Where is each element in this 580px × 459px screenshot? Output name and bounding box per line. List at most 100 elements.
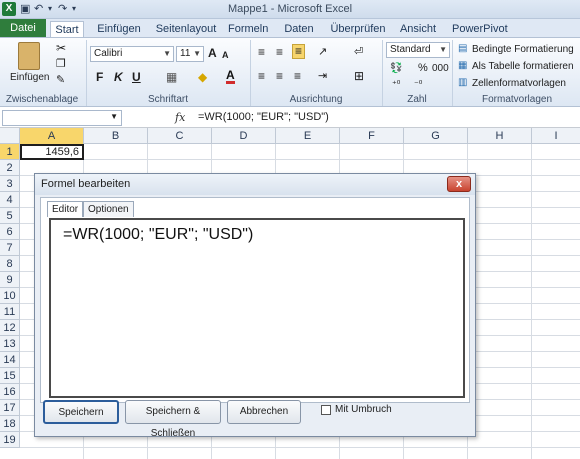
thousands-button[interactable]: 000 xyxy=(432,62,449,75)
bold-button[interactable]: F xyxy=(96,71,103,84)
paste-icon[interactable] xyxy=(18,42,40,70)
column-header[interactable]: G xyxy=(404,128,468,144)
group-label-font: Schriftart xyxy=(147,94,188,105)
tab-ansicht[interactable]: Ansicht xyxy=(398,21,438,38)
wrap-checkbox[interactable] xyxy=(321,405,331,415)
row-header[interactable]: 3 xyxy=(0,176,20,192)
tab-datei[interactable]: Datei xyxy=(0,19,46,38)
column-header[interactable]: D xyxy=(212,128,276,144)
row-header[interactable]: 15 xyxy=(0,368,20,384)
cancel-button[interactable]: Abbrechen xyxy=(227,400,301,424)
dialog-title-bar[interactable]: Formel bearbeiten x xyxy=(35,174,475,195)
column-header[interactable]: C xyxy=(148,128,212,144)
insert-function-icon[interactable]: fx xyxy=(175,111,185,124)
decrease-decimal-icon[interactable]: ⁻⁰ xyxy=(414,78,422,91)
tab-einfuegen[interactable]: Einfügen xyxy=(96,21,142,38)
column-header[interactable]: E xyxy=(276,128,340,144)
align-bottom-icon[interactable]: ≡ xyxy=(292,44,306,59)
row-header[interactable]: 8 xyxy=(0,256,20,272)
tab-powerpivot[interactable]: PowerPivot xyxy=(452,21,508,38)
save-and-close-button[interactable]: Speichern & Schließen xyxy=(125,400,221,439)
group-label-number: Zahl xyxy=(407,94,427,105)
format-painter-icon[interactable]: ✎ xyxy=(56,74,65,87)
merge-cells-icon[interactable]: ⊞ xyxy=(354,70,364,83)
close-button[interactable]: x xyxy=(447,176,471,192)
row-header[interactable]: 2 xyxy=(0,160,20,176)
format-as-table-icon[interactable]: ▦ xyxy=(458,59,467,72)
tab-ueberpruefen[interactable]: Überprüfen xyxy=(328,21,388,38)
align-middle-icon[interactable]: ≡ xyxy=(276,46,283,59)
font-color-button[interactable]: A xyxy=(226,69,235,84)
copy-icon[interactable]: ❐ xyxy=(56,58,66,71)
row-header[interactable]: 10 xyxy=(0,288,20,304)
chevron-down-icon[interactable]: ▼ xyxy=(110,112,118,121)
cell-a1[interactable]: 1459,6 xyxy=(20,144,84,160)
group-label-styles: Formatvorlagen xyxy=(481,94,553,105)
row-header[interactable]: 1 xyxy=(0,144,20,160)
underline-button[interactable]: U xyxy=(132,71,141,84)
borders-icon[interactable]: ▦ xyxy=(166,71,177,84)
cell-styles-icon[interactable]: ▥ xyxy=(458,76,467,89)
align-center-icon[interactable]: ≡ xyxy=(276,70,283,83)
row-header[interactable]: 13 xyxy=(0,336,20,352)
column-header[interactable]: F xyxy=(340,128,404,144)
row-header[interactable]: 16 xyxy=(0,384,20,400)
row-header[interactable]: 6 xyxy=(0,224,20,240)
fill-color-icon[interactable]: ◆ xyxy=(198,71,207,84)
cut-icon[interactable]: ✂ xyxy=(56,42,66,55)
align-right-icon[interactable]: ≡ xyxy=(294,70,301,83)
tab-formeln[interactable]: Formeln xyxy=(228,21,268,38)
row-header[interactable]: 14 xyxy=(0,352,20,368)
format-as-table-button[interactable]: Als Tabelle formatieren xyxy=(472,60,574,73)
row-header[interactable]: 7 xyxy=(0,240,20,256)
conditional-format-icon[interactable]: ▤ xyxy=(458,42,467,55)
ribbon-separator xyxy=(452,40,453,106)
number-format-combo[interactable]: Standard ▼ xyxy=(386,42,450,58)
percent-button[interactable]: % xyxy=(418,62,428,75)
row-header[interactable]: 11 xyxy=(0,304,20,320)
row-header[interactable]: 5 xyxy=(0,208,20,224)
tab-optionen[interactable]: Optionen xyxy=(83,201,134,217)
formula-editor-textarea[interactable]: =WR(1000; "EUR"; "USD") xyxy=(49,218,465,398)
name-box[interactable]: ▼ xyxy=(2,110,122,126)
row-header[interactable]: 12 xyxy=(0,320,20,336)
align-top-icon[interactable]: ≡ xyxy=(258,46,265,59)
font-name-combo[interactable]: Calibri ▼ xyxy=(90,46,174,62)
save-button[interactable]: Speichern xyxy=(43,400,119,424)
number-format-value: Standard xyxy=(390,44,431,55)
column-header[interactable]: I xyxy=(532,128,580,144)
indent-icon[interactable]: ⇥ xyxy=(318,70,327,83)
font-size-combo[interactable]: 11 ▼ xyxy=(176,46,204,62)
increase-decimal-icon[interactable]: ⁺⁰ xyxy=(392,78,400,91)
column-headers: A B C D E F G H I xyxy=(0,128,580,144)
ribbon-tabs: Datei Start Einfügen Seitenlayout Formel… xyxy=(0,19,580,39)
shrink-font-icon[interactable]: A xyxy=(222,49,229,62)
paste-button[interactable]: Einfügen xyxy=(10,71,49,84)
wrap-checkbox-label[interactable]: Mit Umbruch xyxy=(335,404,392,415)
column-header[interactable]: H xyxy=(468,128,532,144)
grow-font-icon[interactable]: A xyxy=(208,47,217,60)
tab-seitenlayout[interactable]: Seitenlayout xyxy=(154,21,218,38)
select-all-corner[interactable] xyxy=(0,128,20,144)
currency-icon[interactable]: 💱 xyxy=(390,62,402,75)
tab-editor[interactable]: Editor xyxy=(47,201,84,217)
formula-input[interactable]: =WR(1000; "EUR"; "USD") xyxy=(198,111,329,123)
italic-button[interactable]: K xyxy=(114,71,123,84)
wrap-text-icon[interactable]: ⏎ xyxy=(354,46,363,59)
row-header[interactable]: 18 xyxy=(0,416,20,432)
column-header[interactable]: A xyxy=(20,128,84,144)
cell-styles-button[interactable]: Zellenformatvorlagen xyxy=(472,77,566,90)
ribbon-separator xyxy=(86,40,87,106)
chevron-down-icon: ▼ xyxy=(439,45,447,54)
row-header[interactable]: 4 xyxy=(0,192,20,208)
row-header[interactable]: 9 xyxy=(0,272,20,288)
tab-daten[interactable]: Daten xyxy=(282,21,316,38)
row-header[interactable]: 19 xyxy=(0,432,20,448)
column-header[interactable]: B xyxy=(84,128,148,144)
row-header[interactable]: 17 xyxy=(0,400,20,416)
conditional-format-button[interactable]: Bedingte Formatierung xyxy=(472,43,574,56)
orientation-icon[interactable]: ↗ xyxy=(318,46,327,59)
font-name-value: Calibri xyxy=(94,48,123,59)
group-label-clipboard: Zwischenablage xyxy=(5,94,79,105)
align-left-icon[interactable]: ≡ xyxy=(258,70,265,83)
